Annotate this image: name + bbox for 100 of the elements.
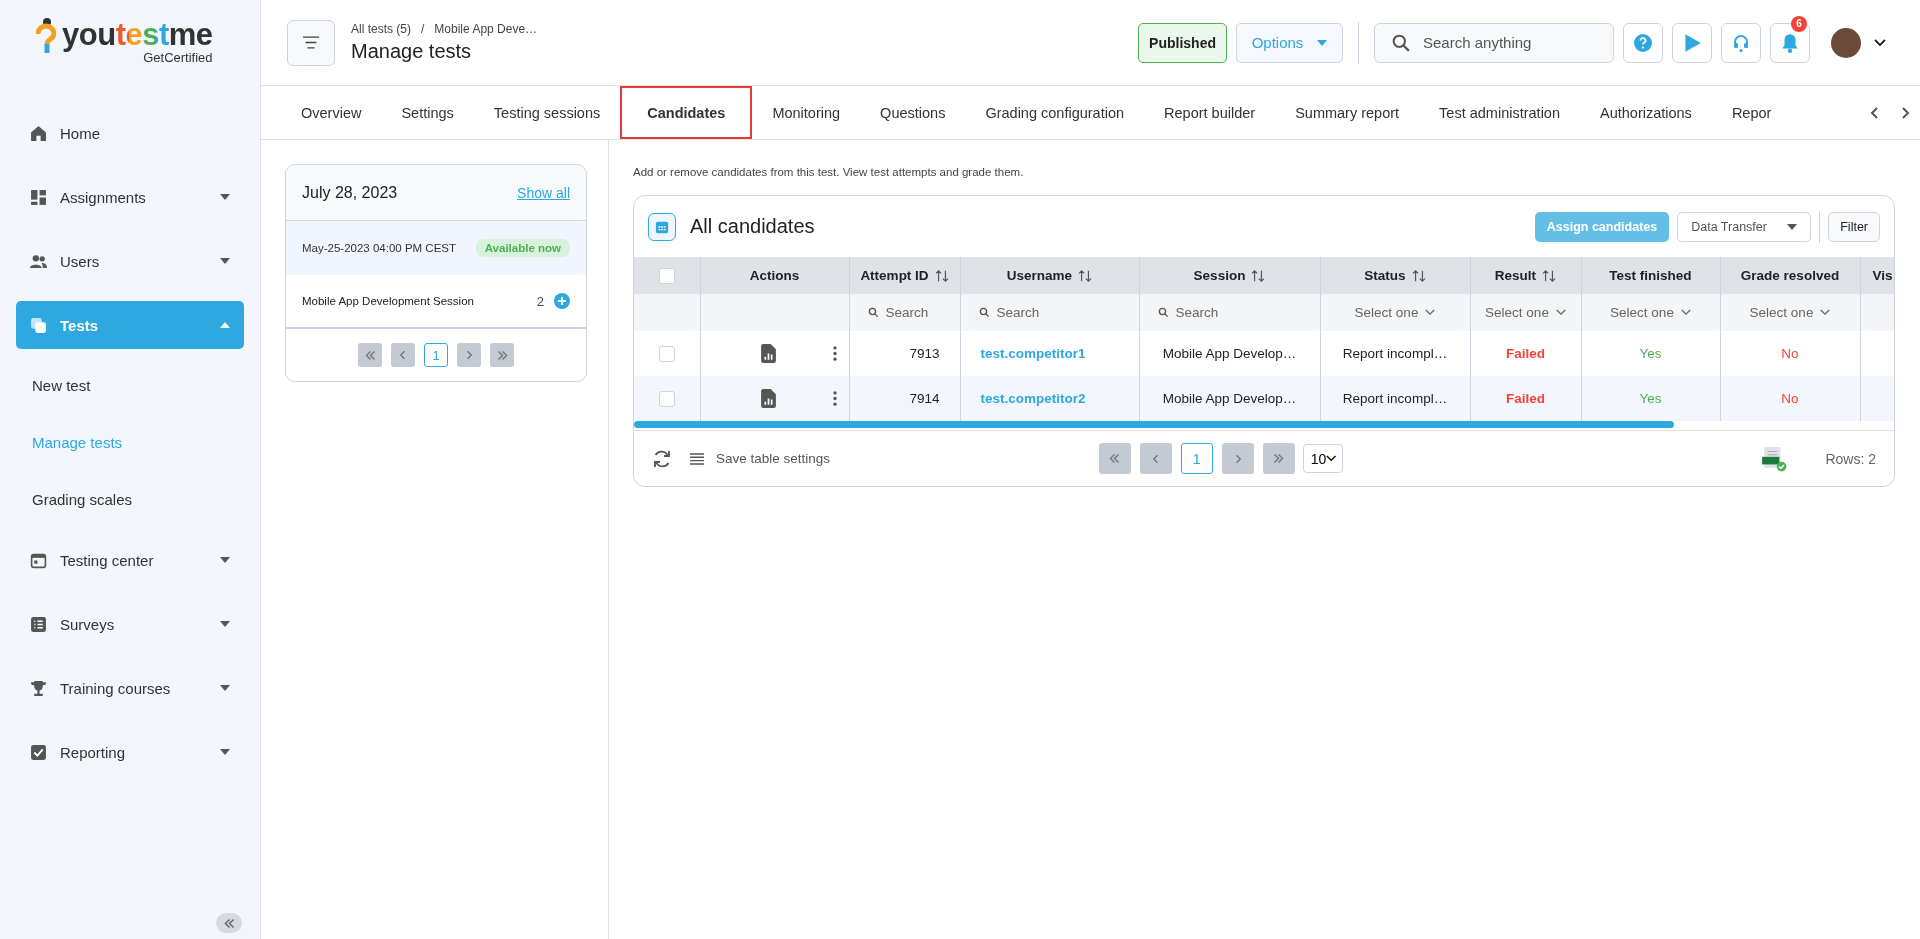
session-time: May-25-2023 04:00 PM CEST [302,242,457,254]
page-title: Manage tests [351,40,473,63]
sidebar-item[interactable]: Testing center [16,536,244,584]
filter-button[interactable]: Filter [1828,211,1880,242]
sort-icon [934,269,949,282]
tab[interactable]: Monitoring [752,86,861,139]
last-page-button[interactable] [1262,443,1295,474]
tab[interactable]: Grading configuration [965,86,1145,139]
tab[interactable]: Repor [1711,86,1792,139]
column-search-field[interactable]: Search [1139,294,1320,331]
page-size-dropdown[interactable]: 10 [1302,444,1343,473]
column-header[interactable]: Username [960,257,1139,294]
support-button[interactable] [1721,22,1761,63]
table-cell: Yes [1639,346,1662,361]
previous-page-button[interactable] [1139,443,1172,474]
sidebar-item[interactable]: Home [16,109,244,157]
previous-page-button[interactable] [391,343,415,367]
sidebar-subitem[interactable]: New test [16,365,244,406]
save-table-settings-button[interactable]: Save table settings [690,451,831,466]
first-page-button[interactable] [1098,443,1131,474]
bell-icon [1779,31,1801,54]
help-button[interactable] [1623,22,1663,63]
column-header[interactable]: Actions [700,257,849,294]
column-header[interactable]: Attempt ID [849,257,960,294]
sort-icon [1078,269,1093,282]
more-options-icon[interactable] [832,391,837,406]
table-cell: Mobile App Develop… [1162,391,1297,406]
chevron-down-icon [1555,309,1566,316]
column-header[interactable]: Grade resolved [1720,257,1860,294]
chevron-down-icon [1326,455,1337,462]
column-header[interactable]: Result [1470,257,1581,294]
collapse-sidebar-button[interactable] [216,913,242,933]
table-cell: 7913 [909,346,940,361]
tab[interactable]: Authorizations [1580,86,1712,139]
tab[interactable]: Overview [281,86,382,139]
help-icon [1633,32,1653,53]
excel-export-icon[interactable] [1761,445,1788,472]
tab[interactable]: Testing sessions [473,86,621,139]
tab[interactable]: Questions [860,86,966,139]
users-icon [30,252,47,270]
row-checkbox[interactable] [658,390,675,407]
home-icon [30,124,47,142]
column-search-field[interactable]: Search [960,294,1139,331]
play-button[interactable] [1672,22,1712,63]
sidebar-item[interactable]: Surveys [16,600,244,648]
report-icon[interactable] [760,344,776,363]
breadcrumb-separator: / [421,22,425,36]
double-chevron-right-icon [1272,452,1286,465]
data-transfer-dropdown[interactable]: Data Transfer [1677,211,1812,242]
caret-icon [220,322,230,328]
caret-icon [220,194,230,200]
horizontal-scrollbar[interactable] [634,421,1674,428]
session-date: July 28, 2023 [302,183,398,202]
availability-badge: Available now [475,239,570,257]
notification-badge: 6 [1791,15,1807,32]
add-button[interactable] [554,293,570,309]
tab[interactable]: Report builder [1144,86,1276,139]
column-header[interactable]: Status [1320,257,1470,294]
report-icon[interactable] [760,389,776,408]
chevron-down-icon[interactable] [1874,38,1886,47]
sidebar-item[interactable]: Training courses [16,664,244,712]
plus-icon [557,296,567,306]
first-page-button[interactable] [358,343,382,367]
caret-icon [220,557,230,563]
description-text: Add or remove candidates from this test. View test attempts and grade them. [633,166,1025,178]
column-header[interactable]: Vis [1860,257,1894,294]
sort-icon [1251,269,1266,282]
row-checkbox[interactable] [658,345,675,362]
sidebar-item[interactable]: Reporting [16,728,244,776]
double-chevron-right-icon [495,348,509,362]
status-button[interactable]: Published [1138,22,1227,63]
sidebar-subitem[interactable]: Grading scales [16,479,244,520]
caret-icon [220,749,230,755]
refresh-icon[interactable] [652,448,672,469]
avatar[interactable] [1831,27,1861,58]
sidebar-item[interactable]: Assignments [16,173,244,221]
search-icon [1157,307,1169,318]
tab[interactable]: Summary report [1275,86,1420,139]
search-field[interactable]: Search anything [1374,22,1614,63]
next-page-button[interactable] [1221,443,1254,474]
column-header[interactable]: Test finished [1581,257,1720,294]
logo-wordmark: youtestme [62,17,213,53]
menu-button[interactable] [287,19,335,66]
caret-icon [220,258,230,264]
list-icon [690,452,704,465]
last-page-button[interactable] [490,343,514,367]
column-header[interactable]: Session [1139,257,1320,294]
sidebar-item[interactable]: Users [16,237,244,285]
search-icon [867,307,879,318]
next-page-button[interactable] [457,343,481,367]
tab[interactable]: Settings [381,86,474,139]
breadcrumb-link[interactable]: All tests (5) [351,22,411,36]
column-search-field[interactable]: Search [849,294,960,331]
more-options-icon[interactable] [832,346,837,361]
tab[interactable]: Candidates [620,86,753,139]
chevron-down-icon [1820,309,1831,316]
calendar-icon [648,212,676,241]
tab[interactable]: Test administration [1419,86,1580,139]
dashboard-icon [30,188,47,206]
select-all-checkbox[interactable] [658,267,675,284]
